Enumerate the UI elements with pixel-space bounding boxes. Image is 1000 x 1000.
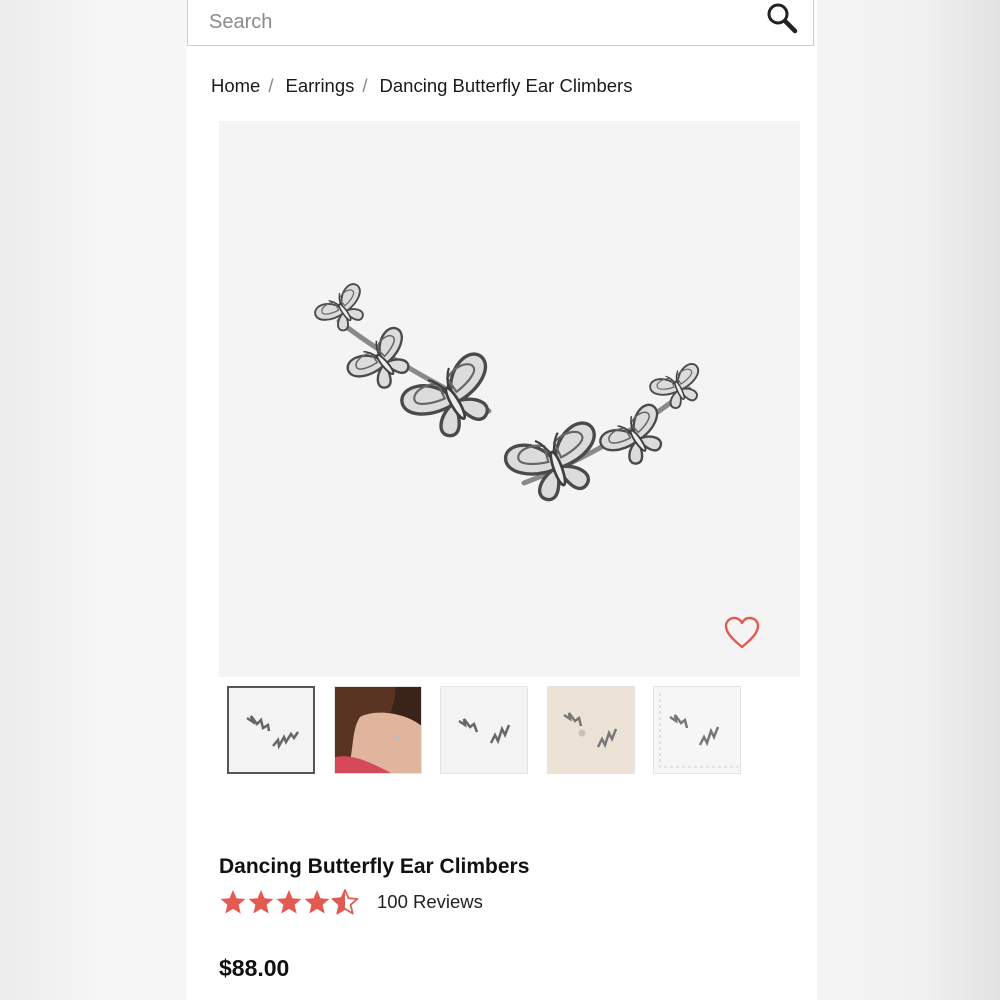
star-icon bbox=[248, 890, 274, 914]
butterfly-earrings-image bbox=[311, 280, 711, 512]
thumbnail-model-image bbox=[335, 687, 421, 773]
product-page: Home / Earrings / Dancing Butterfly Ear … bbox=[187, 0, 817, 1000]
star-rating bbox=[219, 888, 359, 916]
thumbnail-earrings-side-image bbox=[441, 687, 527, 773]
breadcrumb-separator: / bbox=[268, 75, 274, 96]
star-icon bbox=[220, 890, 246, 914]
thumbnail-2[interactable] bbox=[334, 686, 422, 774]
star-icon bbox=[276, 890, 302, 914]
search-icon[interactable] bbox=[765, 1, 799, 35]
product-title: Dancing Butterfly Ear Climbers bbox=[219, 855, 530, 878]
thumbnail-3[interactable] bbox=[440, 686, 528, 774]
reviews-link[interactable]: 100 Reviews bbox=[377, 891, 483, 913]
product-rating: 100 Reviews bbox=[219, 887, 483, 917]
product-price: $88.00 bbox=[219, 955, 290, 981]
product-main-image[interactable] bbox=[219, 121, 800, 677]
breadcrumb-home[interactable]: Home bbox=[211, 75, 260, 97]
thumbnail-earrings-image bbox=[229, 688, 313, 772]
thumbnail-4[interactable] bbox=[547, 686, 635, 774]
breadcrumb-earrings[interactable]: Earrings bbox=[286, 75, 355, 97]
heart-icon[interactable] bbox=[723, 615, 761, 651]
search-input[interactable] bbox=[207, 5, 731, 39]
breadcrumb-current: Dancing Butterfly Ear Climbers bbox=[379, 75, 633, 96]
star-half-icon bbox=[331, 889, 359, 915]
thumbnail-size-guide-image bbox=[654, 687, 740, 773]
star-icon bbox=[304, 890, 330, 914]
thumbnail-5[interactable] bbox=[653, 686, 741, 774]
thumbnail-1[interactable] bbox=[227, 686, 315, 774]
breadcrumb: Home / Earrings / Dancing Butterfly Ear … bbox=[211, 73, 632, 99]
search-bar bbox=[187, 0, 814, 46]
breadcrumb-separator: / bbox=[362, 75, 368, 96]
thumbnail-earrings-back-image bbox=[548, 687, 634, 773]
